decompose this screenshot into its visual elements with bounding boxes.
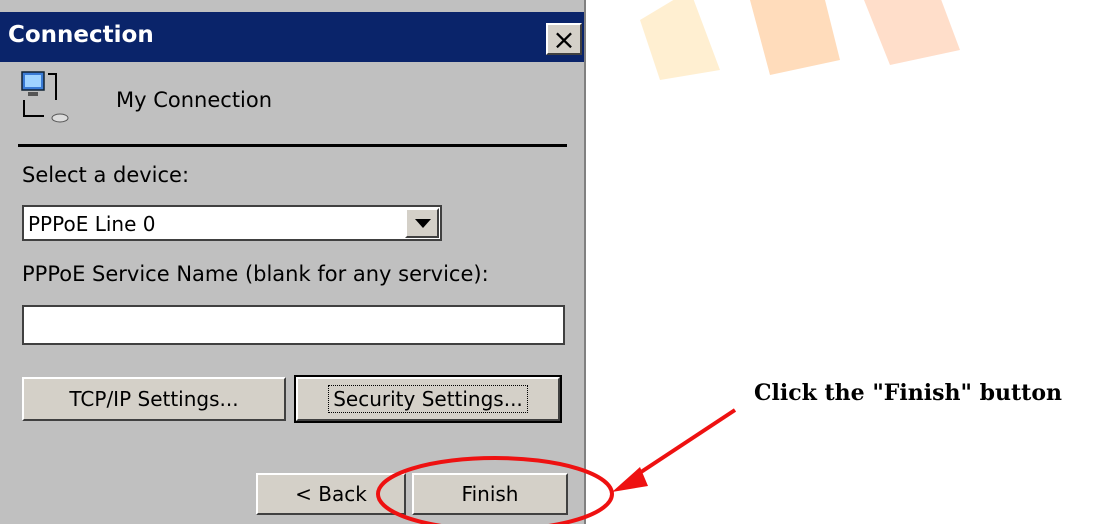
- back-label: < Back: [295, 482, 367, 506]
- device-label: Select a device:: [22, 163, 190, 187]
- service-name-label: PPPoE Service Name (blank for any servic…: [22, 262, 489, 286]
- annotation-text: Click the "Finish" button: [754, 380, 1062, 406]
- title-bar: Connection ×: [0, 12, 584, 62]
- window-title: Connection: [8, 22, 154, 48]
- connection-name: My Connection: [116, 88, 273, 112]
- tcpip-settings-label: TCP/IP Settings...: [69, 387, 239, 411]
- security-settings-label: Security Settings...: [328, 385, 528, 413]
- tcpip-settings-button[interactable]: TCP/IP Settings...: [22, 377, 286, 421]
- device-select[interactable]: PPPoE Line 0: [22, 205, 442, 241]
- back-button[interactable]: < Back: [256, 473, 406, 515]
- security-settings-button[interactable]: Security Settings...: [294, 375, 562, 423]
- close-button[interactable]: ×: [546, 23, 582, 56]
- device-select-value: PPPoE Line 0: [28, 212, 156, 236]
- close-icon: ×: [552, 23, 576, 56]
- annotation-arrow-icon: [630, 408, 737, 480]
- service-name-input[interactable]: [22, 305, 565, 345]
- watermark-logo: [640, 0, 960, 80]
- network-connection-icon: [21, 71, 69, 123]
- finish-label: Finish: [461, 482, 519, 506]
- connection-dialog: Connection × My Connection Select a devi…: [0, 0, 586, 524]
- dropdown-arrow-icon[interactable]: [405, 208, 439, 238]
- finish-button[interactable]: Finish: [412, 473, 568, 515]
- divider-line: [18, 144, 567, 147]
